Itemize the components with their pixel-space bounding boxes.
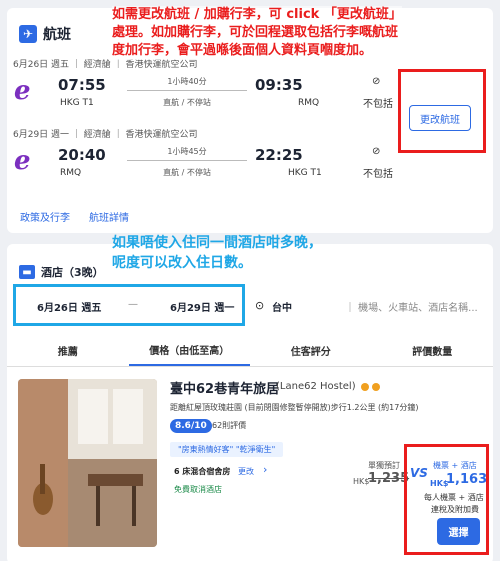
- leg1-arrive-airport: RMQ: [298, 98, 320, 108]
- annotation-highlight-dates: [13, 284, 245, 326]
- hotel-address: 距離紅屋頂玫瑰莊園 (目前閉園修整暫停開放)步行1.2公里 (約17分鐘): [170, 403, 419, 412]
- leg1-depart-airport: HKG T1: [60, 98, 94, 108]
- leg1-baggage: 不包括: [363, 99, 393, 110]
- leg1-route-line: [127, 90, 247, 91]
- review-count: 62則評價: [212, 421, 247, 430]
- airline-logo-icon: e: [14, 146, 31, 176]
- annotation-highlight-change-flight: [398, 69, 486, 153]
- hotel-section-title: 酒店（3晚）: [41, 266, 104, 279]
- annotation-text-line: 度加行李，會平過喺後面個人資料頁嗰度加。: [112, 42, 373, 60]
- airline-logo-icon: e: [14, 76, 31, 106]
- free-cancel-label: 免費取消酒店: [174, 485, 222, 494]
- leg2-route-line: [127, 160, 247, 161]
- leg1-duration: 1小時40分: [167, 77, 207, 86]
- leg1-stops: 直航 / 不停站: [163, 98, 211, 107]
- flight-details-link[interactable]: 航班詳情: [89, 209, 129, 224]
- hotel-name[interactable]: 臺中62巷青年旅居: [170, 378, 279, 397]
- leg1-arrive-time: 09:35: [255, 76, 303, 94]
- tab-guest-rating[interactable]: 住客評分: [250, 335, 372, 366]
- score-badge: 8.6/10: [170, 419, 212, 433]
- baggage-icon: ⊘: [372, 146, 381, 157]
- baggage-icon: ⊘: [372, 76, 381, 87]
- leg2-depart-time: 20:40: [58, 146, 106, 164]
- guest-tags: "房東熱情好客" "乾淨衛生": [170, 442, 284, 457]
- annotation-text-line: 如需更改航班 / 加購行李，可 click 「更改航班」: [112, 6, 402, 24]
- city-input[interactable]: 台中: [272, 299, 292, 314]
- leg2-duration: 1小時45分: [167, 147, 207, 156]
- location-pin-icon: ⊙: [255, 299, 265, 312]
- separate-booking-label: 單獨預訂: [368, 461, 400, 470]
- hotel-header: ▬ 酒店（3晚）: [19, 264, 104, 280]
- hotel-name-en: (Lane62 Hostel): [276, 381, 356, 392]
- sort-tabs: 推薦 價格（由低至高） 住客評分 評價數量: [7, 335, 493, 367]
- policy-baggage-link[interactable]: 政策及行李: [20, 209, 70, 224]
- separate-price: 1,235: [368, 471, 410, 486]
- tab-review-count[interactable]: 評價數量: [372, 335, 494, 366]
- plane-icon: ✈: [19, 25, 37, 43]
- leg2-stops: 直航 / 不停站: [163, 168, 211, 177]
- hotel-photo[interactable]: [18, 379, 157, 547]
- change-room-link[interactable]: 更改: [238, 466, 254, 477]
- tab-price-low-high[interactable]: 價格（由低至高）: [128, 335, 250, 366]
- chevron-right-icon[interactable]: ›: [263, 463, 267, 476]
- rating-dot-icon: [372, 383, 380, 391]
- rating-dot-icon: [361, 383, 369, 391]
- separate-currency: HK$: [353, 477, 370, 486]
- room-type: 6 床混合宿舍房: [174, 467, 231, 476]
- annotation-text-line: 如果唔使入住同一間酒店咁多晚，: [112, 235, 322, 251]
- flight-header: ✈ 航班: [19, 24, 71, 44]
- leg2-depart-airport: RMQ: [60, 168, 82, 178]
- annotation-text-line: 呢度可以改入住日數。: [112, 255, 252, 271]
- leg2-baggage: 不包括: [363, 169, 393, 180]
- tab-recommended[interactable]: 推薦: [7, 335, 129, 366]
- leg1-depart-time: 07:55: [58, 76, 106, 94]
- flight-section-title: 航班: [43, 27, 71, 43]
- annotation-highlight-select: [404, 444, 489, 555]
- location-search-input[interactable]: ｜ 機場、火車站、酒店名稱...: [345, 299, 480, 314]
- hotel-icon: ▬: [19, 265, 35, 279]
- leg2-date-line: 6月29日 週一 ｜ 經濟艙 ｜ 香港快運航空公司: [13, 130, 198, 140]
- annotation-text-line: 處理。如加購行李，可於回程選取包括行李嘅航班: [112, 24, 399, 42]
- leg2-arrive-airport: HKG T1: [288, 168, 322, 178]
- leg2-arrive-time: 22:25: [255, 146, 303, 164]
